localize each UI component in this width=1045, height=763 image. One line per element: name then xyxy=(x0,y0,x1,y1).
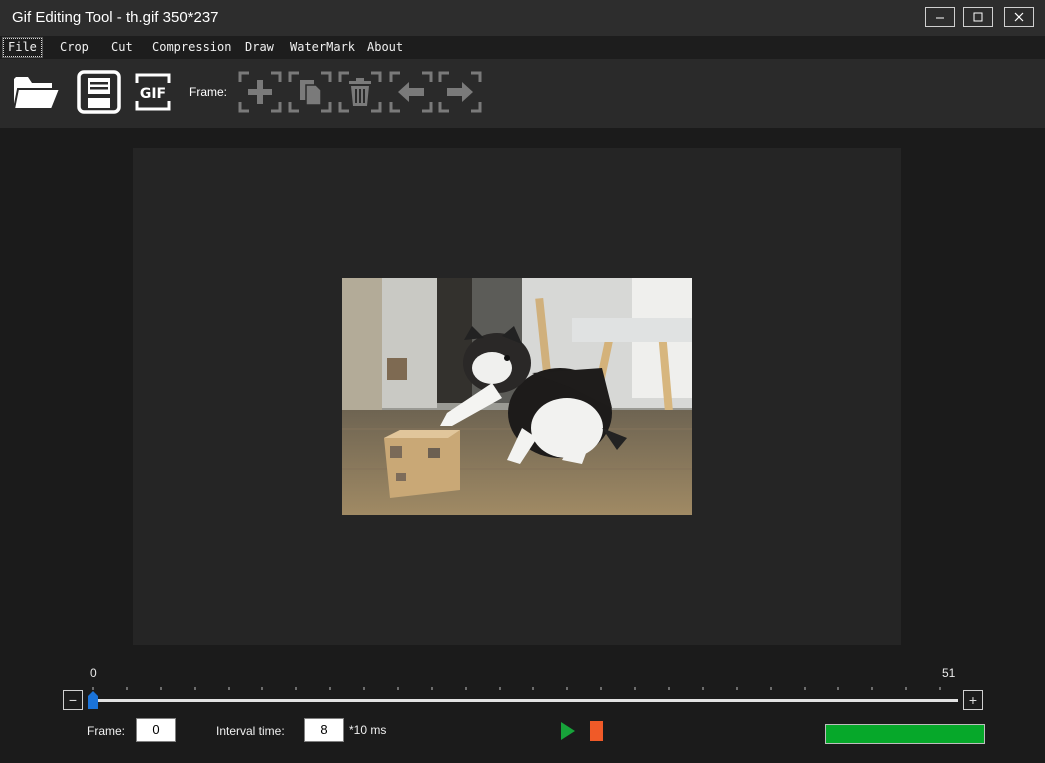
menu-about[interactable]: About xyxy=(363,39,407,56)
add-frame-button[interactable] xyxy=(235,69,285,115)
save-file-button[interactable] xyxy=(73,69,123,115)
gif-icon: GIF xyxy=(135,73,171,111)
minimize-icon xyxy=(936,17,944,19)
progress-bar xyxy=(825,724,985,744)
maximize-button[interactable] xyxy=(963,7,993,27)
interval-time-field[interactable]: 8 xyxy=(304,718,344,742)
preview-canvas xyxy=(133,148,901,645)
plus-icon: + xyxy=(968,692,978,708)
add-frame-icon xyxy=(238,71,282,113)
menu-cut[interactable]: Cut xyxy=(107,39,137,56)
title-bar: Gif Editing Tool - th.gif 350*237 xyxy=(0,0,1045,36)
move-frame-right-button[interactable] xyxy=(435,69,485,115)
close-icon xyxy=(1014,12,1024,22)
frame-number-field[interactable]: 0 xyxy=(136,718,176,742)
minus-icon: − xyxy=(68,692,78,708)
menu-bar: File Crop Cut Compression Draw WaterMark… xyxy=(0,36,1045,59)
move-frame-left-button[interactable] xyxy=(386,69,436,115)
maximize-icon xyxy=(973,12,983,22)
move-left-icon xyxy=(389,71,433,113)
open-folder-icon xyxy=(12,77,62,110)
work-area xyxy=(0,128,1045,658)
copy-frame-icon xyxy=(288,71,332,113)
interval-field-label: Interval time: xyxy=(216,724,285,738)
timeline-decrement-button[interactable]: − xyxy=(63,690,83,710)
delete-frame-icon xyxy=(338,71,382,113)
delete-frame-button[interactable] xyxy=(335,69,385,115)
timeline-slider-thumb[interactable] xyxy=(88,691,98,709)
timeline-ticks xyxy=(92,687,941,690)
timeline-max-label: 51 xyxy=(942,666,956,680)
app-window: Gif Editing Tool - th.gif 350*237 File C… xyxy=(0,0,1045,763)
save-disk-icon xyxy=(77,70,121,114)
menu-file[interactable]: File xyxy=(2,37,43,58)
menu-compression[interactable]: Compression xyxy=(148,39,235,56)
progress-bar-fill xyxy=(826,725,984,743)
svg-text:GIF: GIF xyxy=(140,86,166,102)
open-file-button[interactable] xyxy=(12,69,62,115)
timeline-increment-button[interactable]: + xyxy=(963,690,983,710)
timeline-slider-track[interactable] xyxy=(92,699,958,702)
export-gif-button[interactable]: GIF xyxy=(128,69,178,115)
menu-watermark[interactable]: WaterMark xyxy=(286,39,359,56)
menu-crop[interactable]: Crop xyxy=(56,39,93,56)
toolbar: GIF Frame: xyxy=(0,59,1045,128)
minimize-button[interactable] xyxy=(925,7,955,27)
play-icon[interactable] xyxy=(560,721,576,741)
frame-tools-label: Frame: xyxy=(189,85,228,99)
stop-icon[interactable] xyxy=(590,721,603,741)
menu-draw[interactable]: Draw xyxy=(241,39,278,56)
copy-frame-button[interactable] xyxy=(285,69,335,115)
frame-field-label: Frame: xyxy=(87,724,126,738)
timeline-min-label: 0 xyxy=(90,666,97,680)
interval-unit-label: *10 ms xyxy=(349,723,387,737)
window-title: Gif Editing Tool - th.gif 350*237 xyxy=(12,9,219,26)
close-button[interactable] xyxy=(1004,7,1034,27)
gif-preview-image xyxy=(342,278,692,515)
move-right-icon xyxy=(438,71,482,113)
